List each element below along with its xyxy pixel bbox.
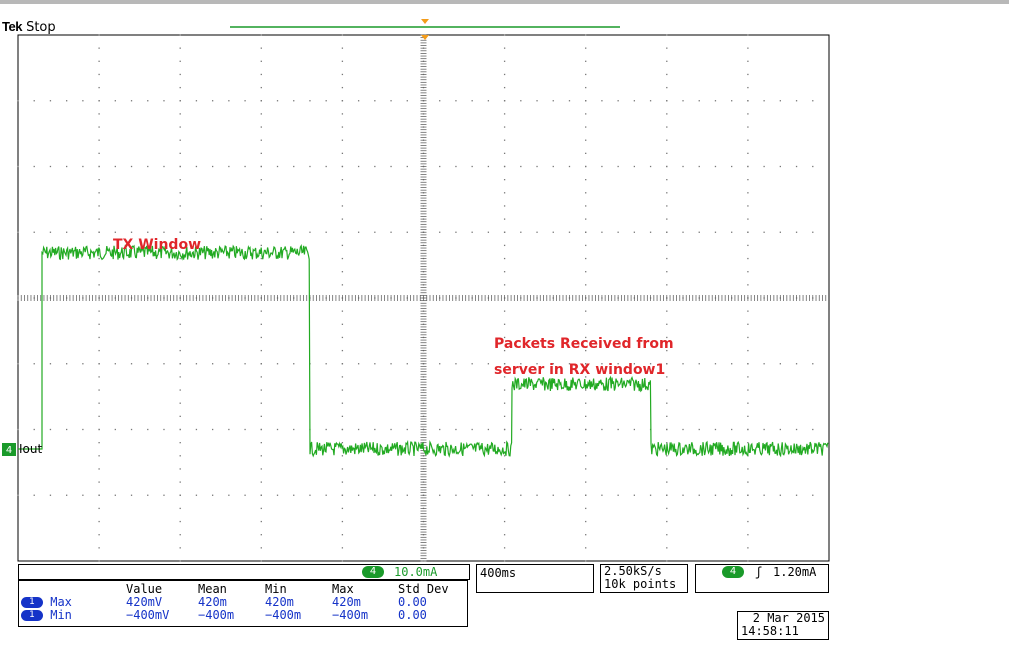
- measurement-stddev: 0.00: [398, 608, 427, 622]
- measurement-max: −400m: [332, 608, 369, 622]
- measurement-name: Max: [50, 595, 72, 609]
- measurement-value: −400mV: [126, 608, 170, 622]
- measurement-name: Min: [50, 608, 72, 622]
- trigger-position-marker-top: [421, 19, 429, 24]
- vertical-scale-readout[interactable]: 4 10.0mA: [18, 564, 470, 580]
- time-value: 14:58:11: [741, 624, 799, 638]
- vertical-scale-value: 10.0mA: [394, 565, 438, 579]
- sample-rate-readout[interactable]: 2.50kS/s 10k points: [600, 564, 688, 593]
- trigger-readout[interactable]: 4 ʃ 1.20mA: [695, 564, 829, 593]
- measurement-row-min: 1 Min −400mV −400m −400m −400m 0.00: [21, 609, 449, 622]
- measurement-row-max: 1 Max 420mV 420m 420m 420m 0.00: [21, 596, 449, 609]
- trigger-slope-icon: ʃ: [755, 565, 763, 579]
- measurements-table: Value Mean Min Max Std Dev 1 Max 420mV 4…: [21, 583, 449, 622]
- measurement-mean: −400m: [198, 608, 235, 622]
- timebase-readout[interactable]: 400ms: [476, 564, 594, 593]
- record-length-value: 10k points: [604, 577, 677, 591]
- rx-annotation-line1: Packets Received from: [494, 336, 674, 352]
- trigger-source-badge: 4: [722, 566, 744, 578]
- rx-annotation-line2: server in RX window1: [494, 362, 666, 378]
- channel-label: Iout: [19, 442, 42, 456]
- trigger-level-value: 1.20mA: [773, 565, 817, 579]
- datetime-readout: 2 Mar 2015 14:58:11: [737, 611, 829, 640]
- timebase-value: 400ms: [480, 566, 517, 580]
- measurement-source-badge: 1: [21, 610, 43, 621]
- channel-marker-number: 4: [6, 445, 12, 456]
- measurement-min: −400m: [265, 608, 302, 622]
- channel-4-ground-marker: 4: [2, 443, 16, 456]
- tx-window-annotation: TX Window: [113, 237, 201, 253]
- measurements-panel: Value Mean Min Max Std Dev 1 Max 420mV 4…: [18, 580, 468, 627]
- channel-4-badge: 4: [362, 566, 384, 578]
- waveform-display: 4 Iout: [2, 19, 830, 562]
- measurement-source-badge: 1: [21, 597, 43, 608]
